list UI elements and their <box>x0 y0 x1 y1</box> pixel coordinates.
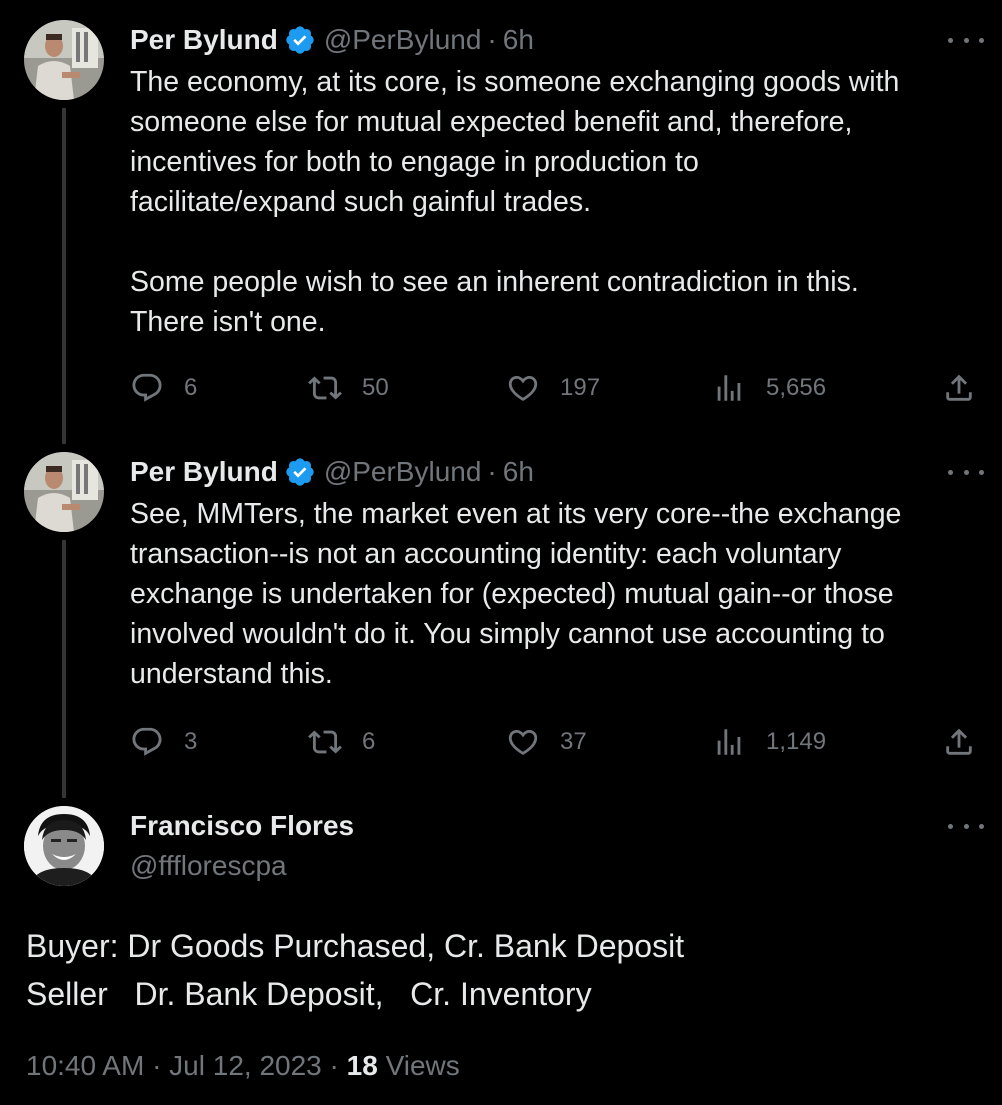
share-button[interactable] <box>942 368 976 408</box>
separator: · <box>487 456 497 487</box>
reply-count: 3 <box>184 728 198 755</box>
author-name[interactable]: Per Bylund <box>130 456 278 488</box>
tweet-text: The economy, at its core, is someone exc… <box>130 66 900 338</box>
timestamp[interactable]: 10:40 AM · Jul 12, 2023 · <box>26 1050 339 1081</box>
views-icon <box>717 729 741 755</box>
avatar[interactable] <box>24 452 104 532</box>
repost-button[interactable]: 50 <box>308 368 389 408</box>
verified-badge-icon <box>286 26 314 54</box>
share-icon <box>946 374 972 401</box>
repost-button[interactable]: 6 <box>308 722 375 762</box>
share-icon <box>946 728 972 755</box>
author-handle[interactable]: @PerBylund <box>324 24 482 56</box>
like-count: 37 <box>560 728 587 755</box>
author-name[interactable]: Francisco Flores <box>130 810 354 842</box>
author-handle[interactable]: @PerBylund <box>324 456 482 488</box>
views-count: 1,149 <box>766 728 827 755</box>
timestamp[interactable]: 6h <box>503 24 534 56</box>
separator: · <box>487 24 497 55</box>
tweet-header: Per Bylund @PerBylund · 6h <box>130 452 534 492</box>
like-button[interactable]: 197 <box>506 368 600 408</box>
views-icon <box>717 375 741 401</box>
share-button[interactable] <box>942 722 976 762</box>
like-count: 197 <box>560 374 601 401</box>
views-label: Views <box>385 1050 460 1081</box>
more-icon[interactable] <box>948 462 984 482</box>
tweet-meta: 10:40 AM · Jul 12, 2023 · 18 Views <box>26 1050 460 1082</box>
reply-button[interactable]: 6 <box>130 368 197 408</box>
avatar[interactable] <box>24 806 104 886</box>
tweet-text-line-2: Seller Dr. Bank Deposit, Cr. Inventory <box>26 976 592 1012</box>
avatar[interactable] <box>24 20 104 100</box>
repost-icon <box>308 376 342 400</box>
reply-icon <box>132 373 162 402</box>
tweet-text-line-1: Buyer: Dr Goods Purchased, Cr. Bank Depo… <box>26 928 685 964</box>
reply-icon <box>132 727 162 756</box>
tweet-header: Per Bylund @PerBylund · 6h <box>130 20 534 60</box>
tweet-actions: 3 6 37 1,149 <box>130 722 978 762</box>
views-button[interactable]: 1,149 <box>712 722 826 762</box>
timestamp[interactable]: 6h <box>503 456 534 488</box>
tweet-text: See, MMTers, the market even at its very… <box>130 498 902 690</box>
like-icon <box>508 375 538 401</box>
repost-count: 50 <box>362 374 389 401</box>
author-handle[interactable]: @ffflorescpa <box>130 850 287 882</box>
views-count: 18 <box>346 1050 378 1081</box>
repost-count: 6 <box>362 728 376 755</box>
views-count: 5,656 <box>766 374 827 401</box>
tweet-actions: 6 50 197 5,656 <box>130 368 978 408</box>
reply-count: 6 <box>184 374 198 401</box>
tweet-1[interactable]: Per Bylund @PerBylund · 6h The economy, … <box>0 20 1002 420</box>
reply-button[interactable]: 3 <box>130 722 197 762</box>
more-icon[interactable] <box>948 816 984 836</box>
like-icon <box>508 729 538 755</box>
more-icon[interactable] <box>948 30 984 50</box>
author-name[interactable]: Per Bylund <box>130 24 278 56</box>
tweet-2[interactable]: Per Bylund @PerBylund · 6h See, MMTers, … <box>0 452 1002 782</box>
views-button[interactable]: 5,656 <box>712 368 826 408</box>
verified-badge-icon <box>286 458 314 486</box>
repost-icon <box>308 730 342 754</box>
like-button[interactable]: 37 <box>506 722 587 762</box>
